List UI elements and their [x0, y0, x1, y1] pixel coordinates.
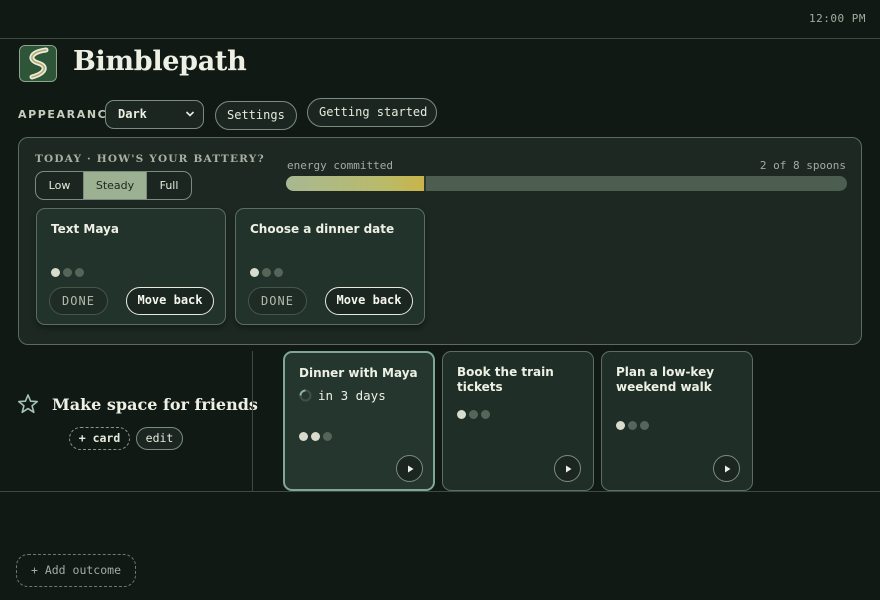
settings-button[interactable]: Settings [215, 101, 297, 130]
step-due: in 3 days [299, 388, 386, 403]
step-card[interactable]: Book the train tickets [442, 351, 594, 491]
play-icon [724, 465, 730, 472]
step-card-title: Plan a low-key weekend walk [616, 365, 715, 394]
battery-option-full[interactable]: Full [146, 172, 191, 199]
appearance-label: APPEARANCE [18, 108, 117, 121]
spoon-dot [299, 432, 308, 441]
step-card[interactable]: Plan a low-key weekend walk [601, 351, 753, 491]
spoon-dot [63, 268, 72, 277]
step-card[interactable]: Dinner with Maya in 3 days [283, 351, 435, 491]
spoon-dots [51, 268, 84, 277]
play-icon [565, 465, 571, 472]
clock: 12:00 PM [809, 12, 866, 25]
divider [252, 351, 253, 491]
edit-outcome-button[interactable]: edit [136, 427, 183, 450]
battery-selector: Low Steady Full [35, 171, 192, 200]
winding-path-logo-icon [20, 46, 56, 81]
theme-select[interactable]: Dark [105, 100, 204, 129]
start-step-button[interactable] [713, 455, 740, 482]
move-back-button[interactable]: Move back [325, 287, 413, 315]
start-step-button[interactable] [396, 455, 423, 482]
spoon-dot [51, 268, 60, 277]
add-card-button[interactable]: + card [69, 427, 130, 450]
getting-started-button[interactable]: Getting started [307, 98, 437, 127]
spoon-dot [274, 268, 283, 277]
app-title: Bimblepath [73, 46, 247, 77]
theme-select-value: Dark [118, 107, 147, 121]
spoon-dot [640, 421, 649, 430]
outcome-title: Make space for friends [52, 395, 258, 414]
start-step-button[interactable] [554, 455, 581, 482]
energy-bar [286, 176, 847, 191]
spoon-dots [299, 432, 332, 441]
step-card-title: Book the train tickets [457, 365, 554, 394]
today-card[interactable]: Choose a dinner date DONE Move back [235, 208, 425, 325]
step-due-text: in 3 days [318, 388, 386, 403]
spoon-dot [628, 421, 637, 430]
move-back-button[interactable]: Move back [126, 287, 214, 315]
today-card-title: Text Maya [51, 222, 119, 236]
spoon-dot [457, 410, 466, 419]
chevron-down-icon [185, 111, 195, 117]
step-card-title: Dinner with Maya [299, 366, 418, 380]
done-button[interactable]: DONE [248, 287, 307, 315]
today-card-title: Choose a dinner date [250, 222, 395, 236]
battery-option-steady[interactable]: Steady [83, 172, 146, 199]
app-logo [19, 45, 57, 82]
spoon-dot [469, 410, 478, 419]
spoon-dot [262, 268, 271, 277]
done-button[interactable]: DONE [49, 287, 108, 315]
spoon-dots [457, 410, 490, 419]
spoon-dot [250, 268, 259, 277]
spoon-dot [311, 432, 320, 441]
today-label: TODAY · HOW'S YOUR BATTERY? [35, 153, 265, 165]
spoon-dot [616, 421, 625, 430]
star-icon[interactable] [17, 393, 39, 415]
progress-ring-icon [299, 389, 312, 402]
today-panel: TODAY · HOW'S YOUR BATTERY? Low Steady F… [18, 137, 862, 345]
spoon-dot [323, 432, 332, 441]
play-icon [407, 465, 413, 472]
spoon-dot [75, 268, 84, 277]
spoon-dots [250, 268, 283, 277]
battery-option-low[interactable]: Low [36, 172, 83, 199]
add-outcome-button[interactable]: + Add outcome [16, 554, 136, 587]
energy-label: energy committed [287, 159, 393, 172]
energy-bar-fill [286, 176, 427, 191]
energy-count: 2 of 8 spoons [759, 159, 846, 172]
spoon-dots [616, 421, 649, 430]
spoon-dot [481, 410, 490, 419]
today-card[interactable]: Text Maya DONE Move back [36, 208, 226, 325]
outcome-row: Make space for friends + card edit Dinne… [0, 351, 880, 492]
top-status-bar: 12:00 PM [0, 0, 880, 39]
